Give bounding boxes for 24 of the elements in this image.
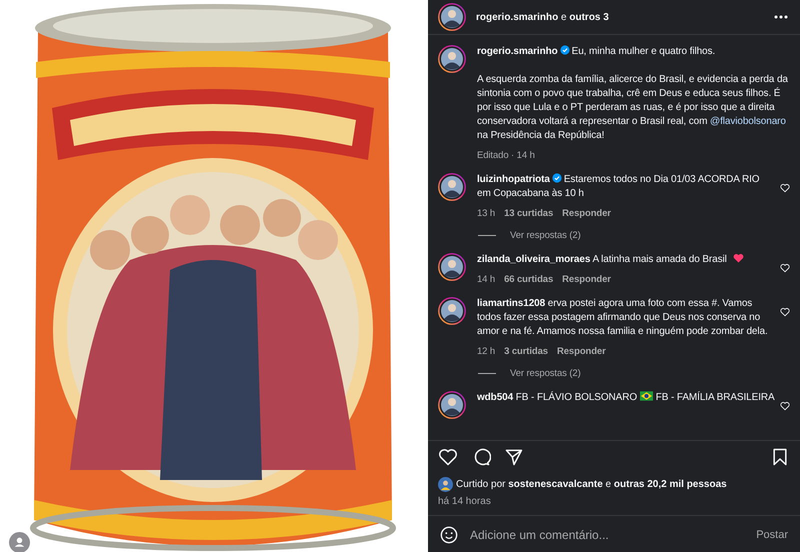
comment-text: luizinhopatriota Estaremos todos no Dia 01/03 ACORDA RIO em Copacabana às 10 h [477,173,760,201]
view-replies-link[interactable]: Ver respostas (2) [510,368,581,379]
comment-time: 14 h [477,273,496,287]
comment-text: zilanda_oliveira_moraes A latinha mais amada do Brasil [477,253,775,267]
likes-count[interactable]: 66 curtidas [504,273,554,287]
reply-link[interactable]: Responder [556,345,606,359]
comment-text: wdb504 FB - FLÁVIO BOLSONARO FB - FAMÍLIA BRASILEIRA [477,391,775,405]
view-replies-link[interactable]: Ver respostas (2) [510,230,581,241]
post-button[interactable]: Postar [756,529,788,541]
post-time: há 14 horas [438,496,492,507]
likes-count[interactable]: 3 curtidas [504,345,548,359]
comment-time: 12 h [477,345,496,359]
caption-text: A esquerda zomba da família, alicerce do Brasil, e evidencia a perda da sintonia com o povo que trabalha, crê em Deus e educa seus filhos. É por isso que Lula e o PT perderam as ruas, e é por isso que a direita conservadora voltará a representar o Brasil real, com @flaviobolsonaro na Presidência da República! [477,73,789,143]
likes-count[interactable]: 13 curtidas [504,207,554,221]
comment-time: 13 h [477,207,496,221]
reply-link[interactable]: Responder [562,273,611,287]
comment-text: liamartins1208 erva postei agora uma foto com essa #. Vamos todos fazer essa postagem afirmando que Deus nos conserva no amor e na fé. Amamos nossa familia e ninguém pode zombar dela. [477,297,769,339]
caption-time: Editado · 14 h [477,149,535,163]
liked-by-text: Curtido por sostenescavalcante e outras 20,2 mil pessoas [456,479,727,490]
caption-first-line: rogerio.smarinho Eu, minha mulher e quatro filhos. [477,45,716,59]
reply-link[interactable]: Responder [562,207,611,221]
mention-link[interactable]: @flaviobolsonaro [710,116,786,127]
comment-input[interactable]: Adicione um comentário... [468,527,746,543]
post-authors[interactable]: rogerio.smarinho e outros 3 [476,12,609,22]
